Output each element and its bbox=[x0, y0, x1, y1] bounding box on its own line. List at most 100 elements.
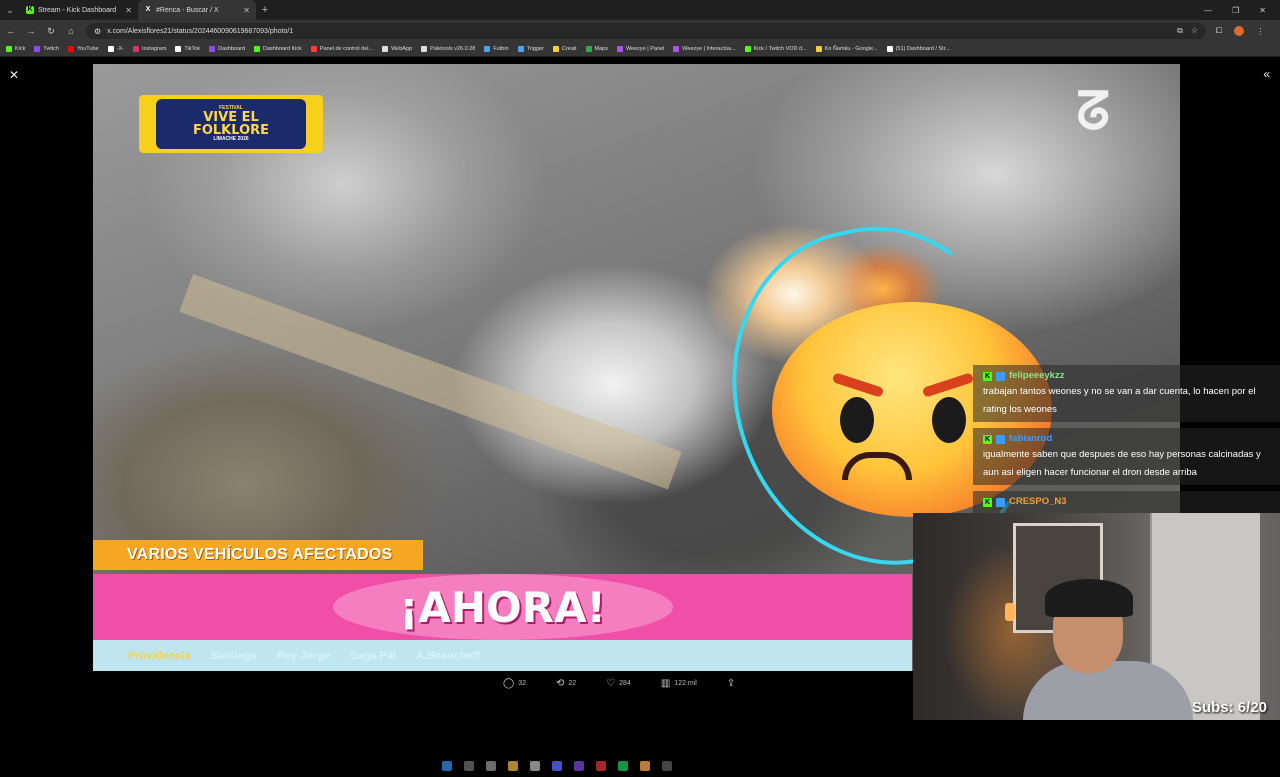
bookmark-item[interactable]: Futbin bbox=[484, 46, 509, 52]
minimize-icon[interactable]: — bbox=[1204, 6, 1212, 15]
bookmark-favicon-icon bbox=[132, 46, 139, 52]
profile-avatar[interactable] bbox=[1234, 26, 1245, 36]
repost-count: 22 bbox=[568, 680, 577, 687]
kick-badge-icon: K bbox=[983, 434, 992, 444]
bookmark-item[interactable]: Ko Ñamku - Google... bbox=[815, 46, 878, 52]
omnibox-actions: ⧉ ☆ bbox=[1177, 26, 1198, 36]
address-bar[interactable]: ⚙ x.com/Alexisflores21/status/2024460090… bbox=[86, 23, 1206, 39]
ticker-item: Providencia bbox=[128, 649, 191, 662]
folder-icon[interactable] bbox=[507, 761, 518, 771]
bookmark-favicon-icon bbox=[6, 46, 12, 52]
site-info-icon[interactable]: ⚙ bbox=[94, 27, 101, 36]
app-icon[interactable] bbox=[661, 761, 672, 771]
lamp bbox=[1005, 603, 1015, 621]
collapse-panel-icon[interactable]: « bbox=[1263, 67, 1270, 81]
spotify-icon[interactable] bbox=[617, 761, 628, 771]
bookmark-item[interactable]: Creati bbox=[552, 46, 577, 52]
bookmark-item[interactable]: Weezye | Panel bbox=[616, 46, 664, 52]
tab-renca-search[interactable]: X #Renca - Buscar / X ✕ bbox=[138, 0, 256, 20]
bookmark-star-icon[interactable]: ☆ bbox=[1191, 26, 1198, 36]
festival-logo: FESTIVAL VIVE EL FOLKLORE LIMACHE 2026 bbox=[139, 95, 323, 153]
subscriber-badge-icon bbox=[996, 371, 1005, 381]
bookmark-item[interactable]: WebApp bbox=[382, 46, 412, 52]
bookmark-favicon-icon bbox=[815, 46, 822, 52]
app-icon[interactable] bbox=[595, 761, 606, 771]
reply-button[interactable]: ◯ 32 bbox=[503, 678, 526, 689]
bookmark-favicon-icon bbox=[382, 46, 389, 52]
close-tab-icon[interactable]: ✕ bbox=[243, 6, 250, 15]
bookmark-item[interactable]: (51) Dashboard / Str... bbox=[886, 46, 950, 52]
bookmark-label: Maps bbox=[594, 46, 608, 52]
chat-author: K CRESPO_N3 bbox=[983, 495, 1270, 509]
bookmark-favicon-icon bbox=[744, 46, 751, 52]
bookmark-item[interactable]: Paletools v26.0.28 bbox=[421, 46, 475, 52]
tab-label: #Renca - Buscar / X bbox=[156, 6, 219, 14]
new-tab-button[interactable]: + bbox=[256, 4, 274, 16]
app-icon[interactable] bbox=[573, 761, 584, 771]
tab-stream-kick[interactable]: K Stream - Kick Dashboard ✕ bbox=[20, 0, 138, 20]
forward-icon[interactable]: → bbox=[26, 26, 36, 36]
heart-icon: ♡ bbox=[606, 678, 616, 689]
bookmark-label: (51) Dashboard / Str... bbox=[895, 46, 950, 52]
bookmark-item[interactable]: YouTube bbox=[67, 46, 99, 52]
bookmark-favicon-icon bbox=[616, 46, 623, 52]
chrome-icon[interactable] bbox=[639, 761, 650, 771]
bookmark-item[interactable]: Instagram bbox=[132, 46, 167, 52]
menu-kebab-icon[interactable]: ⋮ bbox=[1256, 27, 1264, 36]
bookmark-item[interactable]: TikTok bbox=[175, 46, 200, 52]
views-button[interactable]: ▥ 122 mil bbox=[661, 678, 697, 689]
bookmark-item[interactable]: Maps bbox=[585, 46, 608, 52]
back-icon[interactable]: ← bbox=[6, 26, 16, 36]
ticker-item: Santiago bbox=[210, 649, 257, 662]
share-button[interactable]: ⇪ bbox=[727, 678, 735, 689]
bookmark-label: Instagram bbox=[141, 46, 167, 52]
search-icon[interactable] bbox=[463, 761, 474, 771]
share-icon: ⇪ bbox=[726, 678, 736, 689]
like-button[interactable]: ♡ 284 bbox=[606, 678, 631, 689]
discord-icon[interactable] bbox=[551, 761, 562, 771]
news-lower-third: VARIOS VEHÍCULOS AFECTADOS ¡AHORA! Provi… bbox=[93, 538, 912, 671]
chat-text: trabajan tantos weones y no se van a dar… bbox=[983, 386, 1256, 415]
streamer bbox=[1023, 573, 1193, 720]
home-icon[interactable]: ⌂ bbox=[66, 26, 76, 36]
views-icon: ▥ bbox=[660, 678, 671, 689]
tab-label: Stream - Kick Dashboard bbox=[38, 6, 117, 14]
subscriber-badge-icon bbox=[996, 497, 1005, 507]
ticker-item: Rey Jorge bbox=[276, 649, 331, 662]
windows-start-icon[interactable] bbox=[441, 761, 452, 771]
extensions-icon[interactable]: ⧠ bbox=[1216, 26, 1222, 36]
bookmark-item[interactable]: Kick bbox=[6, 46, 25, 52]
bookmark-item[interactable]: Dashboard bbox=[209, 46, 245, 52]
close-window-icon[interactable]: ✕ bbox=[1259, 6, 1266, 15]
bookmark-favicon-icon bbox=[34, 46, 41, 52]
bookmark-item[interactable]: Trigger bbox=[517, 46, 544, 52]
bookmark-favicon-icon bbox=[886, 46, 893, 52]
logo-line: LIMACHE 2026 bbox=[213, 136, 249, 142]
bookmark-item[interactable]: -X- bbox=[107, 46, 124, 52]
close-tab-icon[interactable]: ✕ bbox=[125, 6, 132, 15]
tab-search-icon[interactable]: ⌄ bbox=[0, 5, 20, 16]
settings-icon[interactable] bbox=[485, 761, 496, 771]
bookmark-favicon-icon bbox=[209, 46, 216, 52]
install-app-icon[interactable]: ⧉ bbox=[1177, 26, 1183, 36]
bookmark-item[interactable]: Panel de control del... bbox=[310, 46, 373, 52]
bookmark-label: TikTok bbox=[184, 46, 201, 52]
repost-button[interactable]: ⟲ 22 bbox=[556, 678, 576, 689]
bookmark-item[interactable]: Weezye | Interactúa... bbox=[673, 46, 736, 52]
restore-icon[interactable]: ❐ bbox=[1232, 6, 1239, 15]
post-actions: ◯ 32 ⟲ 22 ♡ 284 ▥ 122 mil ⇪ bbox=[503, 678, 735, 689]
bookmark-favicon-icon bbox=[484, 46, 491, 52]
bookmark-item[interactable]: Dashboard Kick bbox=[254, 46, 302, 52]
reply-icon: ◯ bbox=[503, 678, 515, 689]
bookmark-label: Dashboard bbox=[218, 46, 246, 52]
reload-icon[interactable]: ↻ bbox=[46, 26, 56, 37]
bookmark-label: Kick bbox=[15, 46, 26, 52]
subs-goal: Subs: 6/20 bbox=[1191, 699, 1267, 716]
bookmark-item[interactable]: Kick / Twitch VOD d... bbox=[744, 46, 807, 52]
app-icon[interactable] bbox=[529, 761, 540, 771]
bookmark-favicon-icon bbox=[585, 46, 592, 52]
chat-text: igualmente saben que despues de eso hay … bbox=[983, 449, 1261, 478]
ticker-item: A.Beaucheff bbox=[415, 649, 481, 662]
bookmark-item[interactable]: Twitch bbox=[34, 46, 59, 52]
close-viewer-icon[interactable]: ✕ bbox=[9, 68, 19, 82]
